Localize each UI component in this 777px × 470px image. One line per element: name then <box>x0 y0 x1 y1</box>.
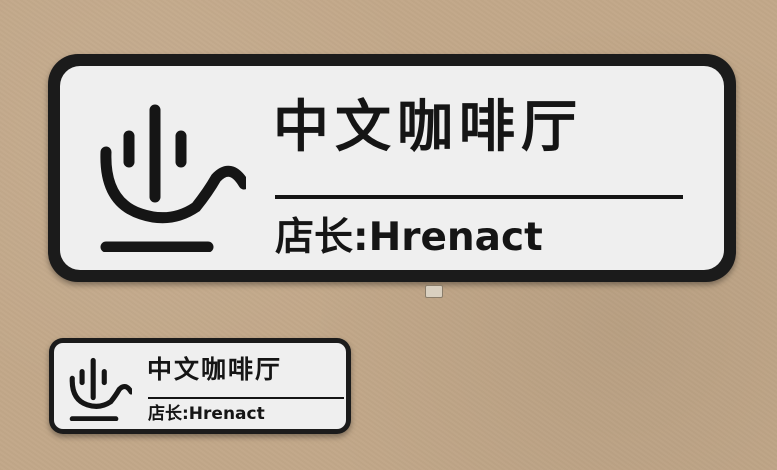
cup-icon <box>96 102 246 252</box>
cup-icon <box>68 357 132 421</box>
divider-line <box>275 195 683 199</box>
owner-label: 店长:Hrenact <box>275 215 543 260</box>
large-sign-plaque: 中文咖啡厅 店长:Hrenact <box>48 54 736 282</box>
large-sign-face: 中文咖啡厅 店长:Hrenact <box>60 66 724 270</box>
hanging-clip <box>425 285 443 298</box>
small-sign-face: 中文咖啡厅 店长:Hrenact <box>54 343 346 429</box>
small-sign-plaque: 中文咖啡厅 店长:Hrenact <box>49 338 351 434</box>
divider-line <box>148 397 344 399</box>
owner-label: 店长:Hrenact <box>148 404 265 424</box>
shop-title: 中文咖啡厅 <box>147 355 283 384</box>
shop-title: 中文咖啡厅 <box>273 95 583 160</box>
